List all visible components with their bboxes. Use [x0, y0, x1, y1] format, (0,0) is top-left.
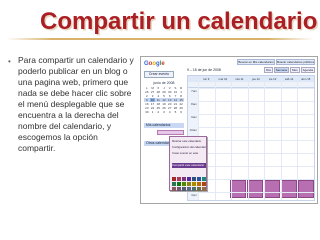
- menu-item-calendar-settings[interactable]: Configuración del calendario: [172, 145, 206, 150]
- tab-month[interactable]: Mes: [289, 67, 300, 73]
- search-public-calendars-button[interactable]: Buscar calendarios públicos: [276, 59, 315, 65]
- hour-label: 7am: [191, 89, 197, 93]
- color-swatch[interactable]: [177, 177, 181, 181]
- event-block[interactable]: [298, 180, 314, 198]
- event-block[interactable]: [230, 180, 246, 198]
- color-swatch[interactable]: [182, 187, 186, 191]
- create-event-button[interactable]: Crear evento: [144, 71, 174, 78]
- color-swatch[interactable]: [192, 187, 196, 191]
- view-tabs: Día Semana Mes Agenda: [264, 67, 315, 73]
- google-logo: Google: [144, 61, 165, 67]
- color-swatch[interactable]: [172, 182, 176, 186]
- hour-label: 8am: [191, 102, 197, 106]
- day-gridline: [231, 82, 233, 200]
- color-swatch[interactable]: [197, 177, 201, 181]
- color-swatch[interactable]: [202, 187, 206, 191]
- color-swatch[interactable]: [192, 177, 196, 181]
- day-gridline: [214, 82, 216, 200]
- tab-week[interactable]: Semana: [273, 67, 289, 73]
- menu-item-create-event[interactable]: Crear evento en este: [172, 151, 206, 156]
- calendar-screenshot: Google Crear evento junio de 2008 LMXJVS…: [140, 56, 318, 204]
- color-swatch[interactable]: [177, 187, 181, 191]
- color-swatch[interactable]: [187, 182, 191, 186]
- menu-item-share-calendar[interactable]: Compartir este calendario: [172, 163, 206, 168]
- color-swatch[interactable]: [172, 187, 176, 191]
- color-swatch[interactable]: [202, 182, 206, 186]
- color-swatch[interactable]: [182, 177, 186, 181]
- menu-item-show-calendar[interactable]: Mostrar este calendario: [172, 139, 206, 144]
- event-block[interactable]: [264, 180, 280, 198]
- day-gridline: [264, 82, 266, 200]
- title-underline: [6, 38, 314, 40]
- event-block[interactable]: [247, 180, 263, 198]
- color-swatch[interactable]: [172, 177, 176, 181]
- hour-label: 9am: [191, 115, 197, 119]
- color-swatch[interactable]: [202, 177, 206, 181]
- color-swatch[interactable]: [187, 177, 191, 181]
- color-swatches[interactable]: [172, 177, 206, 191]
- day-gridline: [280, 82, 282, 200]
- color-swatch[interactable]: [197, 182, 201, 186]
- tab-day[interactable]: Día: [264, 67, 273, 73]
- color-swatch[interactable]: [177, 182, 181, 186]
- mini-calendar[interactable]: L M X J V S D 26 27 28 29 30 31 1 2 3 4 5 6 7 8 9 10 11 12 13 14 15…: [144, 86, 184, 118]
- color-swatch[interactable]: [197, 187, 201, 191]
- slide: Compartir un calendario • Para compartir…: [0, 0, 320, 240]
- color-swatch[interactable]: [182, 182, 186, 186]
- search-my-calendars-button[interactable]: Buscar en Mis calendarios: [237, 59, 275, 65]
- day-gridline: [247, 82, 249, 200]
- day-gridline: [297, 82, 299, 200]
- color-swatch[interactable]: [187, 187, 191, 191]
- bullet-marker: •: [8, 57, 11, 66]
- slide-title: Compartir un calendario: [40, 8, 318, 35]
- tab-agenda[interactable]: Agenda: [300, 67, 315, 73]
- mini-calendar-title: junio de 2008: [153, 81, 175, 85]
- hour-label: 3pm: [191, 193, 197, 197]
- hour-label: 10am: [189, 128, 197, 132]
- calendar-chip[interactable]: [157, 130, 184, 135]
- event-block[interactable]: [281, 180, 297, 198]
- calendar-options-menu[interactable]: Mostrar este calendario Configuración de…: [169, 136, 207, 191]
- mini-calendar-day[interactable]: 6: [178, 110, 184, 114]
- my-calendars-header[interactable]: Mis calendarios: [144, 123, 184, 128]
- color-swatch[interactable]: [192, 182, 196, 186]
- bullet-text: Para compartir un calendario y poderlo p…: [18, 55, 134, 153]
